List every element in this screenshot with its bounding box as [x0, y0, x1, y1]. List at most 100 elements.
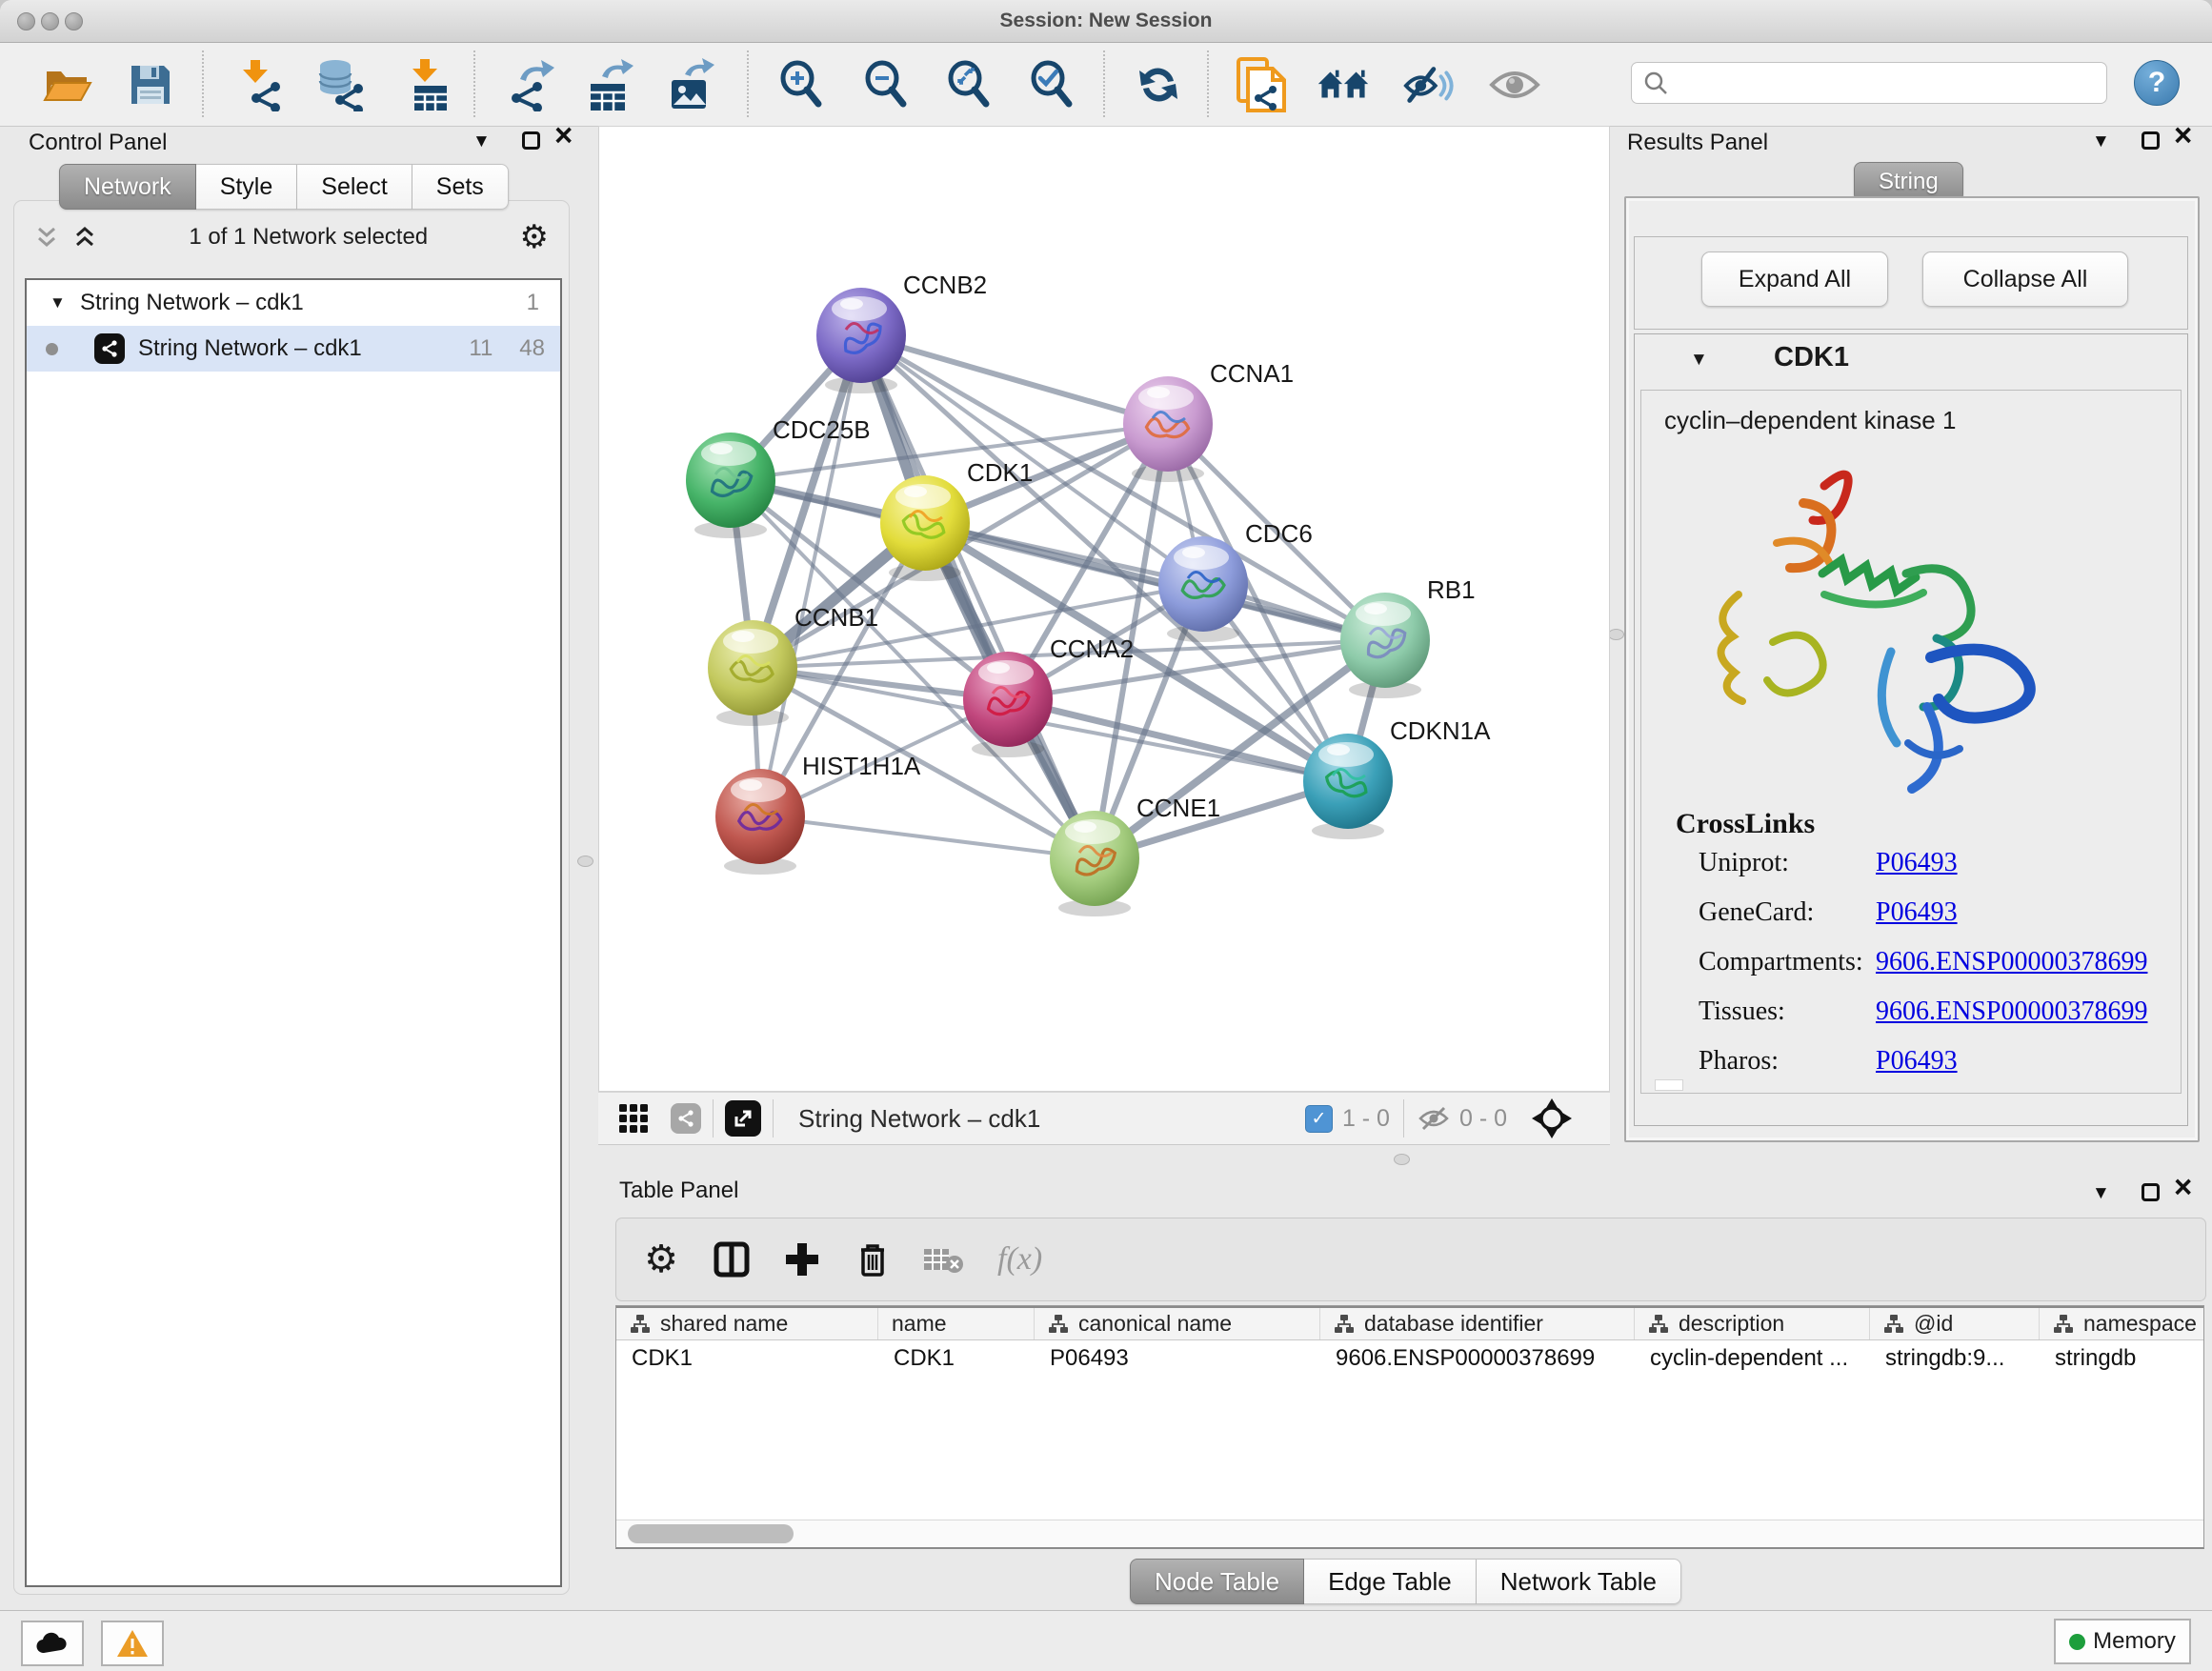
results-panel-close-button[interactable]: × [2174, 126, 2192, 145]
open-session-button[interactable] [41, 56, 94, 113]
tab-style[interactable]: Style [196, 164, 298, 210]
selected-items-checkbox[interactable]: ✓ [1305, 1105, 1333, 1133]
zoom-fit-button[interactable] [942, 56, 995, 113]
close-window-button[interactable] [17, 12, 35, 30]
export-table-button[interactable] [582, 56, 635, 113]
tab-network-table[interactable]: Network Table [1477, 1559, 1681, 1604]
show-grid-button[interactable] [617, 1102, 650, 1135]
network-type-icon[interactable] [671, 1103, 701, 1134]
import-network-button[interactable] [233, 56, 287, 113]
double-chevron-down-icon [34, 226, 59, 249]
export-image-button[interactable] [663, 56, 716, 113]
minimize-window-button[interactable] [41, 12, 59, 30]
crosslink-link[interactable]: P06493 [1876, 1046, 1958, 1077]
expand-all-button[interactable]: Expand All [1701, 252, 1888, 307]
refresh-icon [1134, 60, 1183, 110]
cloud-status-button[interactable] [21, 1621, 84, 1666]
delete-table-button[interactable] [921, 1238, 965, 1281]
tab-node-table[interactable]: Node Table [1130, 1559, 1304, 1604]
network-node-CDKN1A[interactable]: CDKN1A [1303, 716, 1491, 839]
column-type-icon [1883, 1314, 1904, 1335]
expand-all-networks-button[interactable] [72, 226, 97, 249]
export-image-icon [664, 57, 715, 112]
save-session-button[interactable] [124, 56, 177, 113]
maximize-window-button[interactable] [65, 12, 83, 30]
results-panel-menu-button[interactable]: ▼ [2092, 131, 2110, 152]
control-panel-tabs: NetworkStyleSelectSets [59, 164, 509, 210]
node-label: RB1 [1427, 575, 1476, 604]
control-panel-title: Control Panel [29, 130, 167, 156]
search-input[interactable] [1676, 69, 2095, 97]
search-field[interactable] [1631, 62, 2107, 104]
show-panel-button[interactable] [1488, 56, 1541, 113]
hide-panel-button[interactable] [1402, 56, 1456, 113]
warnings-button[interactable] [101, 1621, 164, 1666]
column-header-@id[interactable]: @id [1870, 1308, 2040, 1339]
column-header-name[interactable]: name [878, 1308, 1035, 1339]
gene-detail-box: cyclin–dependent kinase 1 [1640, 390, 2182, 1094]
help-button[interactable]: ? [2134, 60, 2180, 106]
column-header-namespace[interactable]: namespace [2040, 1308, 2204, 1339]
collapse-all-button[interactable]: Collapse All [1922, 252, 2128, 307]
table-row[interactable]: CDK1CDK1P064939606.ENSP00000378699cyclin… [616, 1340, 2203, 1377]
zoom-out-button[interactable] [859, 56, 913, 113]
string-protein-query-button[interactable] [1235, 56, 1288, 113]
column-header-description[interactable]: description [1635, 1308, 1870, 1339]
crosslink-link[interactable]: 9606.ENSP00000378699 [1876, 997, 2147, 1027]
crosslink-link[interactable]: P06493 [1876, 848, 1958, 878]
network-selection-status: 1 of 1 Network selected [97, 224, 520, 251]
network-node-CDC6[interactable]: CDC6 [1158, 519, 1313, 642]
show-columns-button[interactable] [710, 1238, 754, 1281]
hidden-items-eye-icon[interactable] [1418, 1106, 1450, 1131]
network-node-CDK1[interactable]: CDK1 [880, 458, 1033, 581]
import-network-from-database-button[interactable] [314, 56, 368, 113]
apply-layout-button[interactable] [1132, 56, 1185, 113]
network-collection-row[interactable]: ▼ String Network – cdk1 1 [27, 280, 560, 326]
network-canvas[interactable]: CCNB2CCNA1CDC25BCDK1CDC6RB1CCNB1CCNA2CDK… [598, 126, 1610, 1092]
crosslink-row: Compartments:9606.ENSP00000378699 [1641, 947, 2181, 997]
import-table-button[interactable] [401, 56, 454, 113]
network-options-button[interactable]: ⚙ [520, 221, 549, 253]
tab-edge-table[interactable]: Edge Table [1304, 1559, 1477, 1604]
tab-network[interactable]: Network [59, 164, 196, 210]
crosslink-row: Pharos:P06493 [1641, 1046, 2181, 1096]
bottom-splitter-handle[interactable] [1394, 1154, 1410, 1165]
function-builder-button[interactable]: f(x) [997, 1238, 1042, 1281]
collection-expand-caret[interactable]: ▼ [50, 293, 74, 312]
tab-select[interactable]: Select [297, 164, 412, 210]
network-row-selected[interactable]: String Network – cdk1 11 48 [27, 326, 560, 372]
network-selection-row: 1 of 1 Network selected ⚙ [23, 217, 558, 257]
scrollbar-thumb[interactable] [628, 1524, 794, 1543]
table-horizontal-scrollbar[interactable] [616, 1520, 2203, 1547]
detach-view-button[interactable] [725, 1100, 761, 1137]
gene-section-caret[interactable]: ▼ [1690, 350, 1708, 371]
table-panel-menu-button[interactable]: ▼ [2092, 1183, 2110, 1204]
control-panel-float-button[interactable] [522, 131, 540, 150]
birdseye-view-button[interactable] [1532, 1098, 1572, 1138]
table-panel-float-button[interactable] [2142, 1183, 2160, 1201]
network-node-RB1[interactable]: RB1 [1340, 575, 1476, 698]
table-panel-close-button[interactable]: × [2174, 1178, 2192, 1197]
column-header-shared-name[interactable]: shared name [616, 1308, 878, 1339]
trash-icon [855, 1240, 890, 1278]
crosslink-link[interactable]: 9606.ENSP00000378699 [1876, 947, 2147, 977]
network-tree: ▼ String Network – cdk1 1 String Network… [25, 278, 562, 1587]
control-panel-close-button[interactable]: × [554, 126, 573, 145]
column-header-database-identifier[interactable]: database identifier [1320, 1308, 1635, 1339]
add-column-button[interactable] [780, 1238, 824, 1281]
zoom-in-button[interactable] [774, 56, 828, 113]
export-network-button[interactable] [502, 56, 555, 113]
results-panel-float-button[interactable] [2142, 131, 2160, 150]
network-node-HIST1H1A[interactable]: HIST1H1A [715, 752, 921, 875]
crosslink-link[interactable]: P06493 [1876, 897, 1958, 928]
table-settings-button[interactable]: ⚙ [639, 1238, 683, 1281]
control-panel-menu-button[interactable]: ▼ [473, 131, 491, 152]
zoom-selected-button[interactable] [1025, 56, 1078, 113]
column-header-canonical-name[interactable]: canonical name [1035, 1308, 1320, 1339]
delete-column-button[interactable] [851, 1238, 895, 1281]
tab-sets[interactable]: Sets [412, 164, 509, 210]
home-networks-button[interactable] [1317, 56, 1370, 113]
collapse-all-networks-button[interactable] [34, 226, 59, 249]
left-splitter-handle[interactable] [577, 856, 593, 867]
memory-button[interactable]: Memory [2054, 1619, 2191, 1664]
